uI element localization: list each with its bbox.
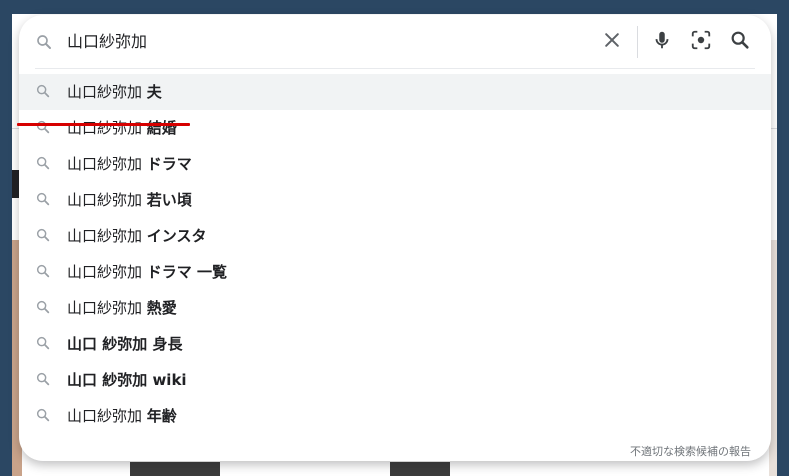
- suggestion-item[interactable]: 山口 紗弥加 身長: [19, 326, 771, 362]
- suggestion-text: 山口紗弥加 ドラマ: [67, 153, 192, 175]
- image-search-button[interactable]: [687, 28, 715, 56]
- suggestion-prefix: 山口紗弥加: [67, 155, 147, 173]
- suggestion-list: 山口紗弥加 夫山口紗弥加 結婚 山口紗弥加 ドラマ 山口紗弥加 若い頃 山口紗弥加 イ…: [19, 74, 771, 434]
- suggestion-completion: 熱愛: [146, 299, 177, 317]
- search-icon: [35, 407, 51, 423]
- clear-search-button[interactable]: [598, 28, 626, 56]
- search-autocomplete-dropdown: 山口紗弥加 山口紗弥加 夫山口紗弥加 結婚 山口紗弥加 ドラマ 山口紗弥加 若い頃山…: [19, 15, 771, 461]
- search-icon: [35, 263, 51, 279]
- suggestion-text: 山口紗弥加 結婚: [67, 117, 177, 139]
- suggestion-completion: ドラマ 一覧: [146, 263, 228, 281]
- suggestion-prefix: 山口紗弥加: [67, 299, 147, 317]
- suggestion-prefix: 山口紗弥加: [67, 119, 147, 137]
- close-icon: [602, 30, 622, 54]
- suggestion-prefix: 山口紗弥加: [67, 263, 147, 281]
- annotation-red-underline: [17, 123, 190, 126]
- suggestion-item[interactable]: 山口 紗弥加 wiki: [19, 362, 771, 398]
- search-bar-divider: [637, 26, 638, 58]
- suggestion-prefix: 山口紗弥加: [67, 191, 147, 209]
- search-submit-button[interactable]: [726, 28, 754, 56]
- suggestion-prefix: 山口紗弥加: [67, 227, 147, 245]
- suggestion-text: 山口 紗弥加 身長: [67, 333, 182, 355]
- report-suggestions-link[interactable]: 不適切な検索候補の報告: [630, 443, 751, 459]
- search-icon: [35, 299, 51, 315]
- suggestion-text: 山口紗弥加 ドラマ 一覧: [67, 261, 227, 283]
- suggestion-completion: 結婚: [146, 119, 177, 137]
- suggestion-prefix: 山口紗弥加: [67, 407, 147, 425]
- microphone-icon: [651, 29, 673, 55]
- suggestion-prefix: 山口紗弥加: [67, 83, 147, 101]
- suggestion-completion: ドラマ: [146, 155, 192, 173]
- suggestion-text: 山口 紗弥加 wiki: [67, 369, 187, 391]
- suggestion-text: 山口紗弥加 夫: [67, 81, 162, 103]
- suggestion-completion: 夫: [146, 83, 162, 101]
- search-bar-separator: [35, 68, 755, 69]
- background-thumbnail: [130, 462, 220, 476]
- suggestion-item[interactable]: 山口紗弥加 若い頃: [19, 182, 771, 218]
- suggestion-text: 山口紗弥加 熱愛: [67, 297, 177, 319]
- suggestion-completion: 山口 紗弥加 wiki: [67, 371, 187, 389]
- voice-search-button[interactable]: [648, 28, 676, 56]
- suggestion-completion: 若い頃: [146, 191, 192, 209]
- suggestion-item[interactable]: 山口紗弥加 インスタ: [19, 218, 771, 254]
- search-icon: [35, 33, 53, 51]
- suggestion-item[interactable]: 山口紗弥加 ドラマ 一覧: [19, 254, 771, 290]
- suggestion-item[interactable]: 山口紗弥加 夫: [19, 74, 771, 110]
- search-input[interactable]: 山口紗弥加: [67, 31, 147, 53]
- search-icon: [729, 29, 751, 55]
- suggestion-completion: 山口 紗弥加 身長: [67, 335, 183, 353]
- search-icon: [35, 119, 51, 135]
- suggestion-completion: 年齢: [146, 407, 177, 425]
- suggestion-item[interactable]: 山口紗弥加 熱愛: [19, 290, 771, 326]
- suggestion-item[interactable]: 山口紗弥加 ドラマ: [19, 146, 771, 182]
- search-icon: [35, 335, 51, 351]
- suggestion-text: 山口紗弥加 年齢: [67, 405, 177, 427]
- search-icon: [35, 83, 51, 99]
- search-icon: [35, 371, 51, 387]
- search-icon: [35, 155, 51, 171]
- suggestion-item[interactable]: 山口紗弥加 年齢: [19, 398, 771, 434]
- camera-lens-icon: [690, 29, 712, 55]
- search-icon: [35, 191, 51, 207]
- suggestion-completion: インスタ: [146, 227, 207, 245]
- search-bar: 山口紗弥加: [19, 15, 771, 69]
- background-thumbnail: [390, 462, 450, 476]
- search-icon: [35, 227, 51, 243]
- suggestion-item[interactable]: 山口紗弥加 結婚: [19, 110, 771, 146]
- suggestion-text: 山口紗弥加 インスタ: [67, 225, 206, 247]
- suggestion-text: 山口紗弥加 若い頃: [67, 189, 192, 211]
